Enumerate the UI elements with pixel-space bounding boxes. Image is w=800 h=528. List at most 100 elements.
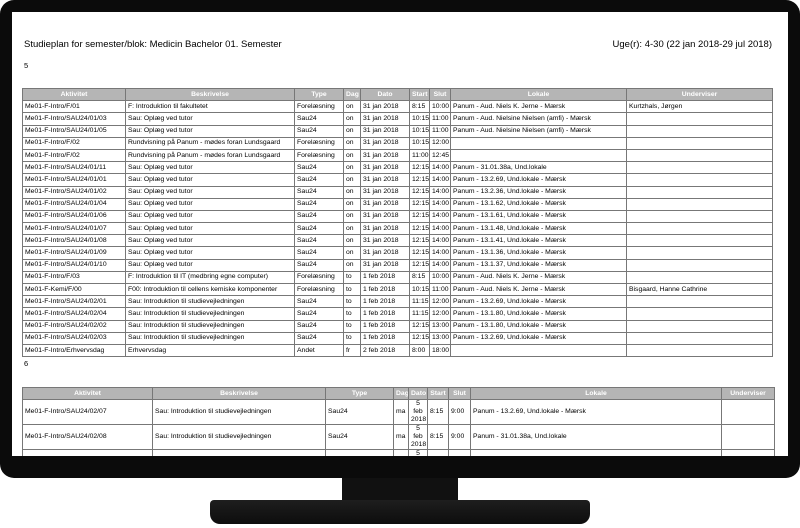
cell-type: Sau24 xyxy=(294,246,344,260)
cell-teacher xyxy=(626,185,773,199)
column-header-room[interactable]: Lokale xyxy=(450,87,627,102)
week-range: Uge(r): 4-30 (22 jan 2018-29 jul 2018) xyxy=(612,39,772,50)
cell-day: on xyxy=(343,246,361,260)
cell-teacher: Bisgaard, Hanne Cathrine xyxy=(626,282,773,297)
cell-teacher xyxy=(626,209,773,224)
cell-day: on xyxy=(343,100,361,114)
cell-end: 14:00 xyxy=(429,161,451,175)
cell-date: 5 feb 2018 xyxy=(408,399,428,425)
cell-description: Sau: Introduktion til studievejledningen xyxy=(125,307,295,321)
column-header-type[interactable]: Type xyxy=(325,387,394,400)
cell-day: ma xyxy=(393,399,409,425)
cell-start: 9:15 xyxy=(427,449,449,456)
cell-start: 10:15 xyxy=(409,136,430,150)
table-row: Me01-F-Intro/SAU24/01/09 Sau: Oplæg ved t… xyxy=(22,246,773,260)
cell-type: Sau24 xyxy=(294,161,344,175)
column-header-teacher[interactable]: Underviser xyxy=(626,87,773,102)
cell-description: Sau: Oplæg ved tutor xyxy=(125,234,295,248)
cell-teacher xyxy=(626,197,773,211)
column-header-day[interactable]: Dag xyxy=(343,87,361,102)
cell-activity: Me01-F-Intro/SAU24/02/08 xyxy=(22,424,153,450)
page-title: Studieplan for semester/blok: Medicin Ba… xyxy=(24,39,282,50)
cell-type: Sau24 xyxy=(294,197,344,211)
column-header-end[interactable]: Slut xyxy=(448,387,471,400)
cell-date: 31 jan 2018 xyxy=(360,112,410,126)
cell-description: Sau: Introduktion til studievejledningen xyxy=(125,295,295,309)
cell-teacher xyxy=(721,424,775,450)
cell-activity: Me01-F-Intro/SAU24/01/09 xyxy=(22,246,126,260)
column-header-description[interactable]: Beskrivelse xyxy=(125,87,295,102)
cell-activity: Me01-F-Intro/SAU24/01/10 xyxy=(22,258,126,272)
cell-end: 12:00 xyxy=(429,136,451,150)
cell-date: 31 jan 2018 xyxy=(360,234,410,248)
column-header-activity[interactable]: Aktivitet xyxy=(22,387,153,400)
cell-room: Panum - 13.1.36, Und.lokale - Mærsk xyxy=(450,246,627,260)
cell-end: 14:00 xyxy=(429,246,451,260)
cell-type: Sau24 xyxy=(325,449,394,456)
cell-type: Sau24 xyxy=(294,331,344,345)
cell-date: 31 jan 2018 xyxy=(360,197,410,211)
cell-description: Sau: Introduktion til studievejledningen xyxy=(125,319,295,333)
column-header-date[interactable]: Dato xyxy=(408,387,428,400)
cell-type: Forelæsning xyxy=(294,136,344,150)
cell-type: Sau24 xyxy=(294,234,344,248)
cell-room: Panum - 13.2.69, Und.lokale - Mærsk xyxy=(470,449,722,456)
column-header-type[interactable]: Type xyxy=(294,87,344,102)
cell-end: 12:45 xyxy=(429,148,451,163)
cell-start: 8:15 xyxy=(427,424,449,450)
cell-end: 12:00 xyxy=(429,295,451,309)
column-header-date[interactable]: Dato xyxy=(360,87,410,102)
column-header-room[interactable]: Lokale xyxy=(470,387,722,400)
column-header-teacher[interactable]: Underviser xyxy=(721,387,775,400)
cell-activity: Me01-F-Intro/SAU24/01/01 xyxy=(22,173,126,187)
cell-type: Forelæsning xyxy=(294,270,344,285)
cell-date: 31 jan 2018 xyxy=(360,222,410,236)
cell-start: 12:15 xyxy=(409,222,430,236)
cell-activity: Me01-F-Intro/Erhvervsdag xyxy=(22,343,126,358)
cell-description: Sau: Oplæg ved tutor xyxy=(125,258,295,272)
cell-start: 11:00 xyxy=(409,148,430,163)
column-header-end[interactable]: Slut xyxy=(429,87,451,102)
cell-room xyxy=(450,343,627,358)
cell-day: on xyxy=(343,161,361,175)
cell-end: 9:00 xyxy=(448,399,471,425)
cell-teacher xyxy=(626,331,773,345)
cell-date: 31 jan 2018 xyxy=(360,173,410,187)
column-header-start[interactable]: Start xyxy=(427,387,449,400)
cell-activity: Me01-F-Intro/SAU24/01/07 xyxy=(22,222,126,236)
cell-date: 31 jan 2018 xyxy=(360,100,410,114)
cell-description: F: Introduktion til fakultetet xyxy=(125,100,295,114)
schedule-table-week-1: Aktivitet Beskrivelse Type Dag Dato Start Slut… xyxy=(22,87,773,358)
cell-day: on xyxy=(343,148,361,163)
cell-day: to xyxy=(343,319,361,333)
column-header-day[interactable]: Dag xyxy=(393,387,409,400)
column-header-activity[interactable]: Aktivitet xyxy=(22,87,126,102)
cell-end: 13:00 xyxy=(429,331,451,345)
cell-end: 14:00 xyxy=(429,185,451,199)
table-row: Me01-F-Intro/F/01 F: Introduktion til fak… xyxy=(22,100,773,114)
column-header-description[interactable]: Beskrivelse xyxy=(152,387,326,400)
cell-start: 12:15 xyxy=(409,209,430,224)
cell-end: 10:00 xyxy=(448,449,471,456)
cell-start: 12:15 xyxy=(409,185,430,199)
week-label-1: 5 xyxy=(24,61,29,70)
cell-teacher xyxy=(626,295,773,309)
cell-start: 10:15 xyxy=(409,282,430,297)
column-header-start[interactable]: Start xyxy=(409,87,430,102)
cell-teacher xyxy=(626,112,773,126)
cell-type: Sau24 xyxy=(294,173,344,187)
table-row: Me01-F-Intro/SAU24/02/08 Sau: Introduktio… xyxy=(22,424,775,450)
table-row: Me01-F-Intro/SAU24/02/07 Sau: Introduktio… xyxy=(22,399,775,425)
cell-activity: Me01-F-Intro/F/03 xyxy=(22,270,126,285)
cell-description: Sau: Introduktion til studievejledningen xyxy=(152,399,326,425)
cell-date: 1 feb 2018 xyxy=(360,282,410,297)
cell-end: 11:00 xyxy=(429,112,451,126)
cell-teacher xyxy=(626,246,773,260)
cell-end: 14:00 xyxy=(429,222,451,236)
monitor-base xyxy=(210,500,590,524)
table-row: Me01-F-Intro/SAU24/02/04 Sau: Introduktio… xyxy=(22,307,773,321)
cell-date: 31 jan 2018 xyxy=(360,185,410,199)
cell-day: to xyxy=(343,295,361,309)
cell-room: Panum - 13.1.37, Und.lokale - Mærsk xyxy=(450,258,627,272)
cell-activity: Me01-F-Intro/SAU24/02/02 xyxy=(22,319,126,333)
